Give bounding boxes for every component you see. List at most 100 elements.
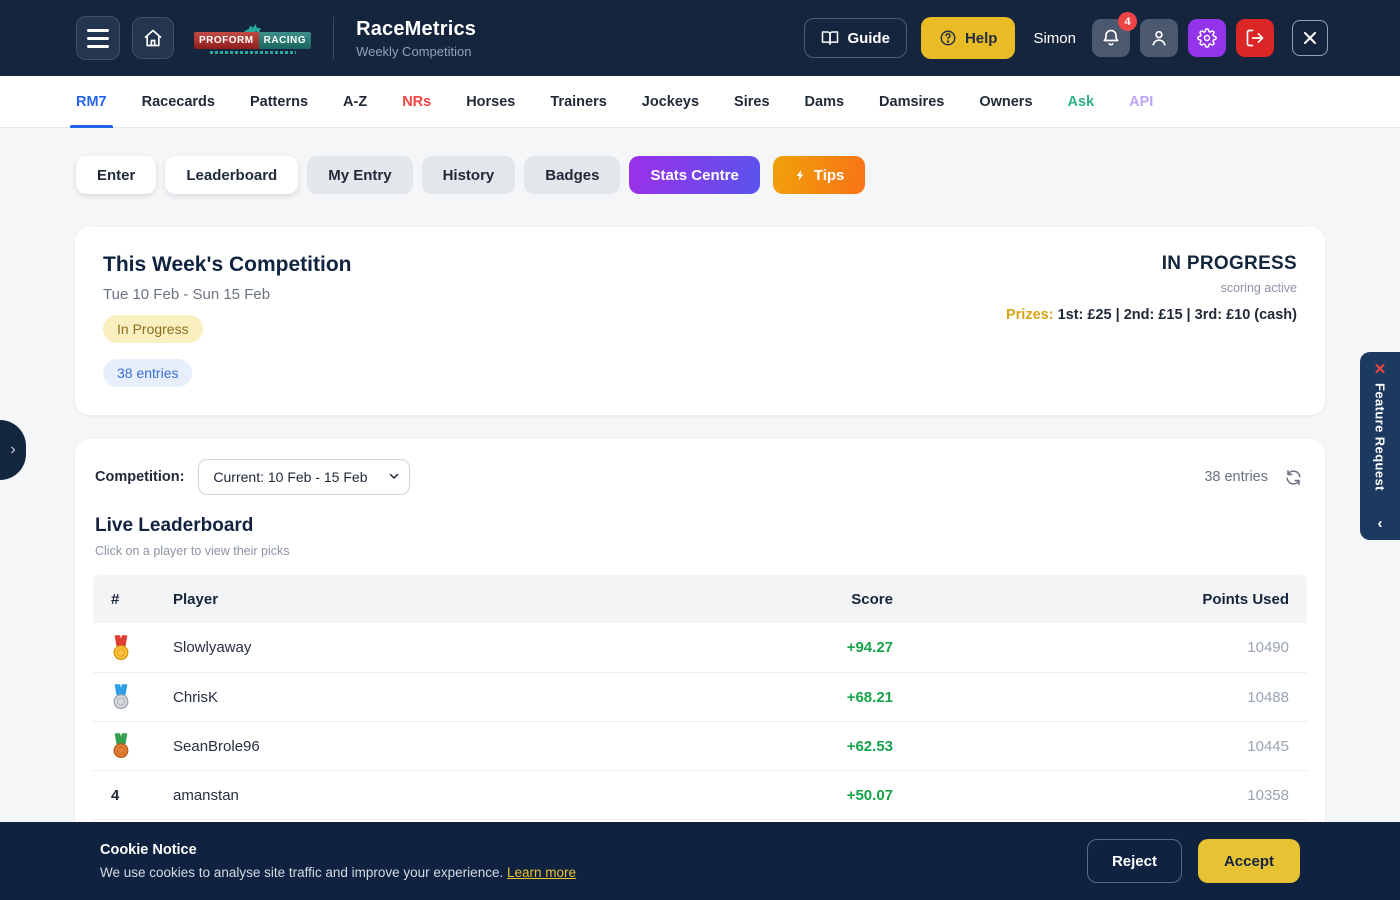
- cookie-title: Cookie Notice: [100, 842, 576, 858]
- feature-request-close-icon[interactable]: ✕: [1374, 362, 1387, 377]
- close-app-button[interactable]: [1292, 20, 1328, 56]
- lightning-bolt-icon: [794, 168, 807, 183]
- pill-my-entry[interactable]: My Entry: [307, 156, 412, 194]
- leaderboard-row[interactable]: 4 amanstan +50.07 10358: [93, 770, 1307, 819]
- pill-history[interactable]: History: [422, 156, 516, 194]
- settings-button[interactable]: [1188, 19, 1226, 57]
- header-divider: [333, 17, 334, 59]
- player-points: 10358: [893, 787, 1289, 804]
- nav-tab-horses[interactable]: Horses: [466, 76, 515, 128]
- hamburger-icon: [87, 29, 109, 48]
- nav-tab-jockeys[interactable]: Jockeys: [642, 76, 699, 128]
- entries-badge: 38 entries: [103, 359, 192, 387]
- pill-leaderboard[interactable]: Leaderboard: [165, 156, 298, 194]
- pill-tips[interactable]: Tips: [773, 156, 866, 194]
- cookie-text: We use cookies to analyse site traffic a…: [100, 865, 576, 880]
- competition-filter-row: Competition: Current: 10 Feb - 15 Feb 38…: [93, 457, 1307, 495]
- nav-tab-ask[interactable]: Ask: [1068, 76, 1095, 128]
- competition-dates: Tue 10 Feb - Sun 15 Feb: [103, 286, 351, 303]
- notification-badge: 4: [1118, 12, 1137, 31]
- prizes-label: Prizes:: [1006, 307, 1054, 323]
- medal-icon: [111, 733, 131, 759]
- accept-cookies-button[interactable]: Accept: [1198, 839, 1300, 883]
- pill-badges[interactable]: Badges: [524, 156, 620, 194]
- close-icon: [1304, 32, 1316, 44]
- cookie-text-block: Cookie Notice We use cookies to analyse …: [100, 842, 576, 880]
- topbar-actions: Guide Help Simon 4: [804, 17, 1328, 59]
- leaderboard-row[interactable]: ChrisK +68.21 10488: [93, 672, 1307, 721]
- pill-enter[interactable]: Enter: [76, 156, 156, 194]
- nav-tab-nrs[interactable]: NRs: [402, 76, 431, 128]
- status-subtext: scoring active: [1006, 281, 1297, 295]
- help-label: Help: [965, 30, 998, 47]
- cookie-banner: Cookie Notice We use cookies to analyse …: [0, 822, 1400, 900]
- logo-word-racing: RACING: [259, 32, 311, 49]
- leaderboard-title: Live Leaderboard: [95, 515, 1305, 537]
- competition-select[interactable]: Current: 10 Feb - 15 Feb: [198, 459, 410, 495]
- book-icon: [821, 29, 839, 47]
- help-button[interactable]: Help: [921, 17, 1016, 59]
- col-rank: #: [111, 591, 173, 608]
- feature-request-label: Feature Request: [1373, 383, 1388, 511]
- home-button[interactable]: [132, 17, 174, 59]
- nav-tab-api[interactable]: API: [1129, 76, 1153, 128]
- prizes-text: 1st: £25 | 2nd: £15 | 3rd: £10 (cash): [1058, 307, 1297, 323]
- player-points: 10490: [893, 639, 1289, 656]
- leaderboard-header-row: # Player Score Points Used: [93, 575, 1307, 623]
- logout-button[interactable]: [1236, 19, 1274, 57]
- entries-count: 38 entries: [1204, 469, 1268, 485]
- medal-icon: [111, 684, 131, 710]
- logout-icon: [1245, 28, 1265, 48]
- reject-cookies-button[interactable]: Reject: [1087, 839, 1182, 883]
- competition-card-left: This Week's Competition Tue 10 Feb - Sun…: [103, 253, 351, 387]
- logo-word-proform: PROFORM: [194, 32, 259, 49]
- player-score: +50.07: [783, 787, 893, 804]
- leaderboard-row[interactable]: Slowlyaway +94.27 10490: [93, 623, 1307, 672]
- nav-tab-racecards[interactable]: Racecards: [142, 76, 215, 128]
- nav-tab-damsires[interactable]: Damsires: [879, 76, 944, 128]
- status-badge: In Progress: [103, 315, 203, 343]
- pill-stats-centre[interactable]: Stats Centre: [629, 156, 759, 194]
- col-points: Points Used: [893, 591, 1289, 608]
- nav-tab-owners[interactable]: Owners: [979, 76, 1032, 128]
- profile-button[interactable]: [1140, 19, 1178, 57]
- nav-tab-trainers[interactable]: Trainers: [550, 76, 606, 128]
- proform-racing-logo[interactable]: PROFORM RACING: [194, 23, 311, 54]
- nav-tab-dams[interactable]: Dams: [805, 76, 845, 128]
- guide-label: Guide: [847, 30, 890, 47]
- learn-more-link[interactable]: Learn more: [507, 865, 576, 880]
- leaderboard-row[interactable]: SeanBrole96 +62.53 10445: [93, 721, 1307, 770]
- home-icon: [143, 28, 163, 48]
- medal-icon: [111, 635, 131, 661]
- app-title-block: RaceMetrics Weekly Competition: [356, 18, 476, 59]
- app-title: RaceMetrics: [356, 18, 476, 41]
- player-name: amanstan: [173, 787, 783, 804]
- guide-button[interactable]: Guide: [804, 18, 907, 58]
- nav-tab-a-z[interactable]: A-Z: [343, 76, 367, 128]
- leaderboard-subtitle: Click on a player to view their picks: [95, 544, 1305, 558]
- question-circle-icon: [939, 29, 957, 47]
- competition-filter-label: Competition:: [95, 469, 184, 485]
- gear-icon: [1197, 28, 1217, 48]
- person-icon: [1149, 28, 1169, 48]
- cookie-actions: Reject Accept: [1087, 839, 1300, 883]
- sidebar-expand-handle[interactable]: ›: [0, 420, 26, 480]
- refresh-button[interactable]: [1282, 466, 1305, 489]
- col-score: Score: [783, 591, 893, 608]
- player-score: +68.21: [783, 689, 893, 706]
- nav-tab-patterns[interactable]: Patterns: [250, 76, 308, 128]
- feature-request-tab[interactable]: ✕ Feature Request ‹: [1360, 352, 1400, 540]
- col-player: Player: [173, 591, 783, 608]
- user-name: Simon: [1033, 30, 1076, 47]
- rank-number: 4: [111, 787, 119, 804]
- chevron-right-icon: ›: [10, 441, 15, 459]
- competition-card-right: IN PROGRESS scoring active Prizes: 1st: …: [1006, 253, 1297, 387]
- nav-tab-sires[interactable]: Sires: [734, 76, 769, 128]
- app-subtitle: Weekly Competition: [356, 44, 476, 59]
- nav-tab-rm7[interactable]: RM7: [76, 76, 107, 128]
- player-name: Slowlyaway: [173, 639, 783, 656]
- chevron-left-icon: ‹: [1378, 515, 1383, 532]
- menu-button[interactable]: [76, 16, 120, 60]
- notifications-button[interactable]: 4: [1092, 19, 1130, 57]
- top-navbar: PROFORM RACING RaceMetrics Weekly Compet…: [0, 0, 1400, 76]
